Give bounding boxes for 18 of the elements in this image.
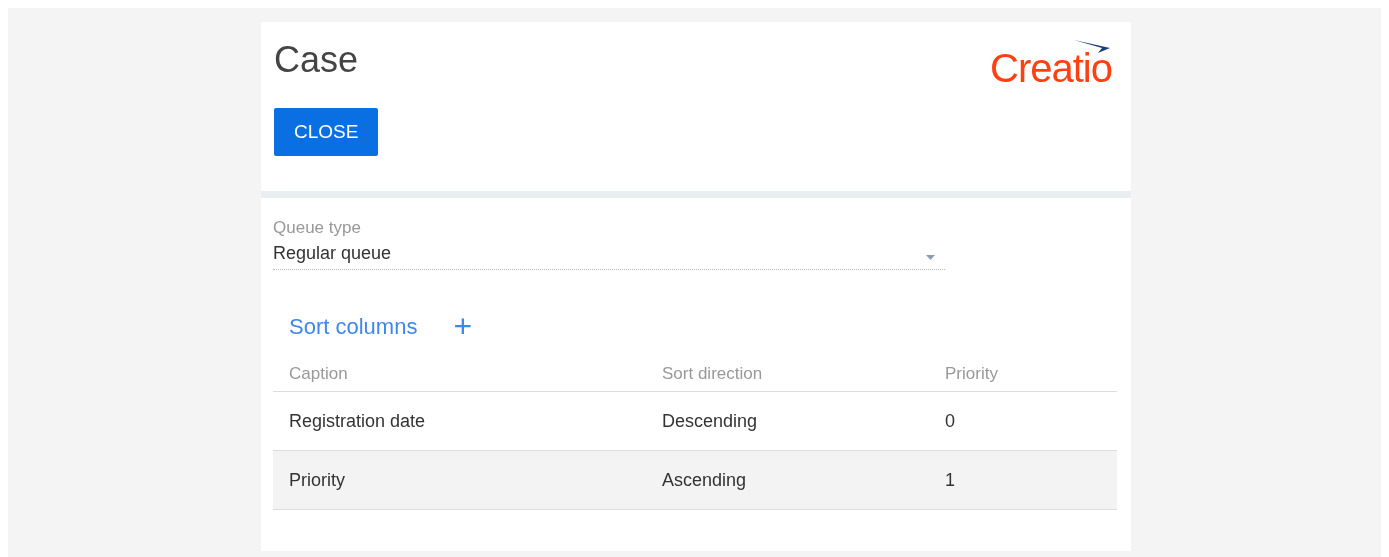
close-button[interactable]: CLOSE	[274, 108, 379, 156]
section-title: Sort columns	[289, 312, 418, 341]
table-row[interactable]: Priority Ascending 1	[273, 451, 1117, 510]
table-cell-text: Priority	[288, 468, 346, 492]
table-cell-text: 1	[945, 468, 956, 492]
queue-type-label: Queue type	[273, 218, 362, 238]
column-header: Caption	[288, 362, 349, 385]
table-cell-text: Descending	[662, 409, 759, 433]
table-cell-text: 0	[945, 409, 956, 433]
queue-type-dropdown[interactable]: Regular queue	[273, 238, 945, 270]
add-button[interactable]: +	[453, 310, 473, 342]
caret-icon	[926, 255, 935, 260]
page-title: Case	[274, 38, 359, 82]
column-header: Priority	[945, 362, 999, 385]
table-cell-text: Ascending	[662, 468, 748, 492]
logo: Creatio	[990, 40, 1112, 86]
column-header: Sort direction	[662, 362, 764, 385]
table-cell-text: Registration date	[288, 409, 427, 433]
